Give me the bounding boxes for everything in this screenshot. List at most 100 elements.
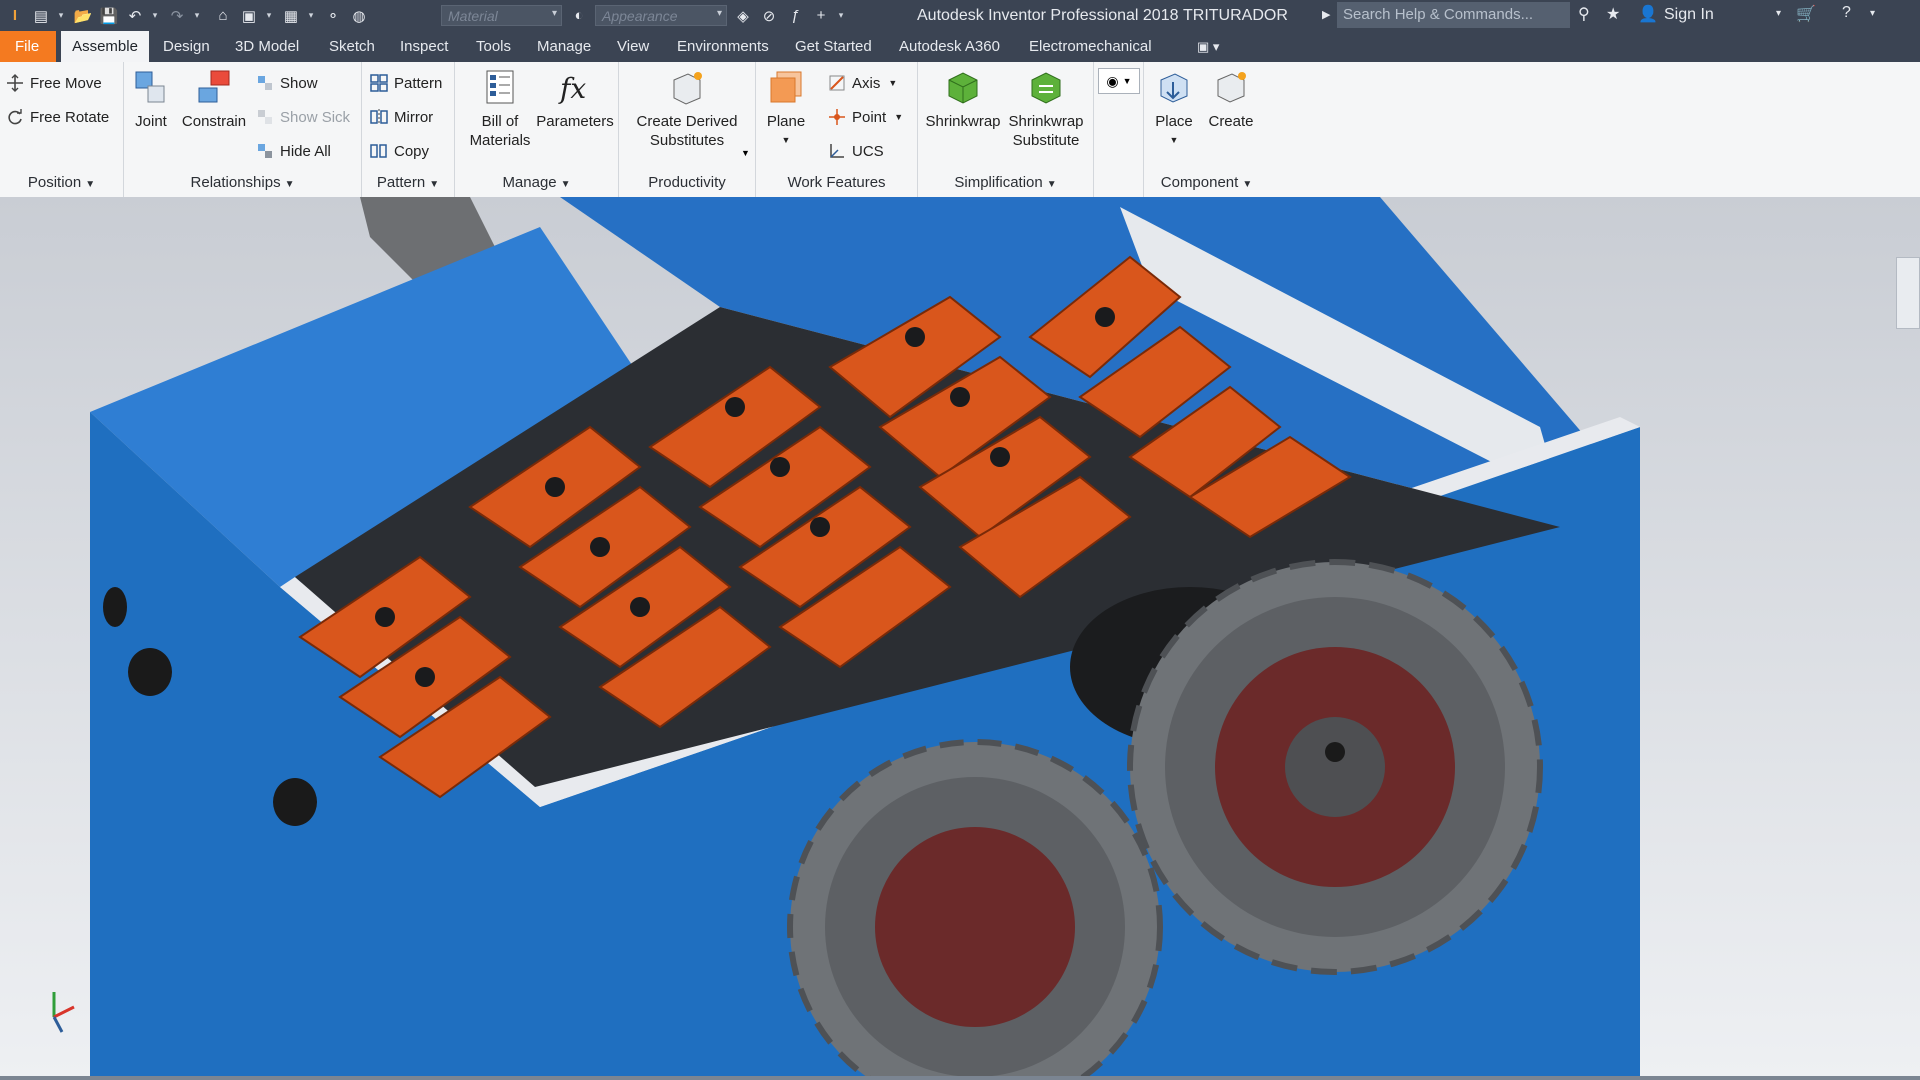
camera-icon[interactable]: ▣ ▾ [1187, 31, 1229, 62]
viewcube[interactable] [1896, 257, 1920, 329]
create-button[interactable]: Create [1206, 68, 1256, 131]
inventor-logo[interactable]: I [4, 5, 26, 27]
open-file-icon[interactable]: 📂 [72, 5, 94, 27]
show-sick-icon [258, 110, 272, 124]
shrinkwrap-substitute-button[interactable]: Shrinkwrap Substitute [1004, 68, 1088, 150]
work-features-panel-label: Work Features [756, 174, 917, 191]
hide-all-button[interactable]: Hide All [256, 138, 331, 164]
material-dropdown[interactable]: Material ▾ [441, 5, 562, 26]
search-input[interactable]: Search Help & Commands... [1337, 2, 1570, 28]
user-icon[interactable]: 👤 [1638, 4, 1658, 24]
bolt [103, 587, 127, 627]
tab-inspect[interactable]: Inspect [390, 31, 458, 62]
globe-icon[interactable]: ◍ [348, 5, 370, 27]
appearance-dropdown[interactable]: Appearance ▾ [595, 5, 727, 26]
tab-sketch[interactable]: Sketch [319, 31, 385, 62]
tab-tools[interactable]: Tools [466, 31, 521, 62]
point-button[interactable]: Point ▼ [828, 104, 903, 130]
ucs-button[interactable]: UCS [828, 138, 884, 164]
simplification-panel-label[interactable]: Simplification ▼ [918, 174, 1093, 191]
manage-label-text: Manage [502, 174, 557, 191]
new-file-icon[interactable]: ▤ [30, 5, 52, 27]
tab-3d-model[interactable]: 3D Model [225, 31, 309, 62]
parameters-button[interactable]: fx Parameters [530, 68, 620, 131]
clear-override-icon[interactable]: ⊘ [758, 5, 780, 27]
quick-access-toolbar: I ▤ ▾ 📂 💾 ↶ ▾ ↷ ▾ ⌂ ▣ ▾ ▦ ▾ ⚬ ◍ [4, 0, 374, 31]
ucs-label: UCS [852, 142, 884, 160]
shrinkwrap-button[interactable]: Shrinkwrap [922, 68, 1004, 131]
customize-icon[interactable]: ▾ [836, 5, 846, 27]
tab-design[interactable]: Design [153, 31, 220, 62]
chevron-down-icon: ▼ [429, 179, 440, 190]
tab-get-started[interactable]: Get Started [785, 31, 882, 62]
free-rotate-button[interactable]: Free Rotate [6, 104, 109, 130]
chevron-down-icon[interactable]: ▾ [1776, 8, 1781, 19]
plus-icon[interactable]: + [810, 5, 832, 27]
function-icon[interactable]: ƒ [784, 5, 806, 27]
chevron-down-icon[interactable]: ▾ [1870, 8, 1875, 19]
material-placeholder: Material [448, 8, 498, 24]
adjust-icon[interactable]: ◈ [732, 5, 754, 27]
relationships-panel-label[interactable]: Relationships ▼ [124, 174, 361, 191]
chevron-down-icon[interactable]: ▾ [306, 5, 316, 27]
play-icon[interactable]: ▶ [1322, 8, 1330, 21]
filter-icon: ◉ [1106, 72, 1119, 89]
tab-electromechanical[interactable]: Electromechanical [1019, 31, 1162, 62]
constrain-button[interactable]: Constrain [179, 68, 249, 131]
appearance-icon[interactable]: ◐ [568, 4, 590, 26]
manage-panel-label[interactable]: Manage ▼ [455, 174, 618, 191]
pattern-label: Pattern [394, 74, 443, 92]
plane-label: Plane [766, 113, 806, 130]
chevron-down-icon[interactable]: ▾ [192, 5, 202, 27]
chevron-down-icon[interactable]: ▾ [150, 5, 160, 27]
tab-manage[interactable]: Manage [527, 31, 601, 62]
show-button[interactable]: Show [256, 70, 318, 96]
tab-environments[interactable]: Environments [667, 31, 779, 62]
help-icon[interactable]: ? [1842, 4, 1851, 22]
bill-of-materials-button[interactable]: Bill of Materials [460, 68, 540, 150]
star-icon[interactable]: ★ [1606, 4, 1620, 24]
graphics-viewport[interactable] [0, 197, 1920, 1080]
cart-icon[interactable]: 🛒 [1796, 4, 1816, 24]
chevron-down-icon[interactable]: ▼ [741, 148, 750, 158]
shredder-model[interactable] [0, 197, 1920, 1080]
free-move-button[interactable]: Free Move [6, 70, 102, 96]
place-label: Place [1155, 113, 1193, 130]
selection-filter-dropdown[interactable]: ◉ ▼ [1098, 68, 1140, 94]
position-label-text: Position [27, 174, 82, 191]
select-icon[interactable]: ▦ [280, 5, 302, 27]
joint-button[interactable]: Joint [129, 68, 173, 131]
panel-relationships: Joint Constrain Show Show Sick Hide All … [124, 62, 362, 197]
mirror-button[interactable]: Mirror [370, 104, 433, 130]
redo-icon[interactable]: ↷ [166, 5, 188, 27]
bom-line2: Materials [469, 132, 531, 149]
tab-assemble[interactable]: Assemble [61, 31, 149, 62]
place-button[interactable]: Place ▼ [1150, 68, 1198, 150]
save-icon[interactable]: 💾 [98, 5, 120, 27]
pattern-button[interactable]: Pattern [370, 70, 442, 96]
chevron-down-icon[interactable]: ▾ [56, 5, 66, 27]
copy-button[interactable]: Copy [370, 138, 429, 164]
pattern-panel-label[interactable]: Pattern ▼ [362, 174, 454, 191]
show-sick-label: Show Sick [280, 108, 351, 126]
undo-icon[interactable]: ↶ [124, 5, 146, 27]
tab-file[interactable]: File [0, 31, 56, 62]
plane-button[interactable]: Plane ▼ [762, 68, 810, 150]
measure-icon[interactable]: ⚬ [322, 5, 344, 27]
create-derived-substitutes-button[interactable]: Create Derived Substitutes [623, 68, 751, 150]
hide-all-label: Hide All [280, 142, 331, 160]
show-sick-button[interactable]: Show Sick [256, 104, 350, 130]
position-panel-label[interactable]: Position ▼ [0, 174, 123, 191]
chevron-down-icon: ▼ [1242, 179, 1253, 190]
sign-in-link[interactable]: Sign In [1664, 6, 1714, 24]
joint-label: Joint [135, 113, 167, 130]
component-panel-label[interactable]: Component ▼ [1144, 174, 1269, 191]
axis-button[interactable]: Axis ▼ [828, 70, 897, 96]
home-icon[interactable]: ⌂ [212, 5, 234, 27]
tab-autodesk-a360[interactable]: Autodesk A360 [889, 31, 1010, 62]
update-icon[interactable]: ▣ [238, 5, 260, 27]
binoculars-icon[interactable]: ⚲ [1578, 4, 1590, 24]
chevron-down-icon[interactable]: ▾ [264, 5, 274, 27]
tab-view[interactable]: View [607, 31, 659, 62]
status-strip [0, 1076, 1920, 1080]
